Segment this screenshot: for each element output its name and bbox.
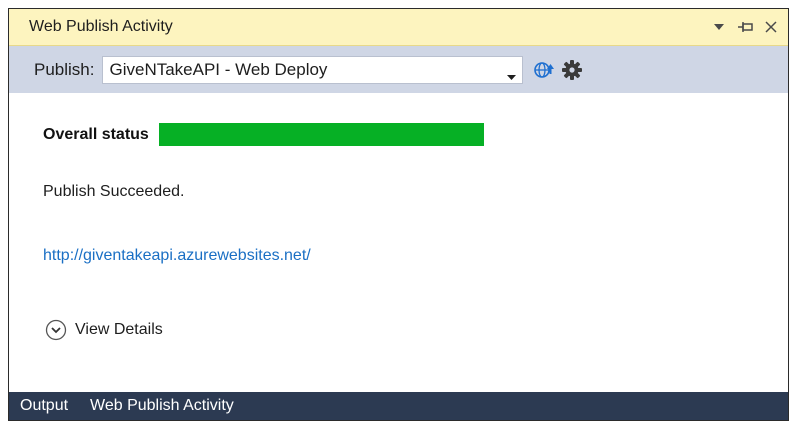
bottom-tab-bar: Output Web Publish Activity [9, 392, 788, 420]
tab-output[interactable]: Output [20, 397, 68, 415]
panel-title-bar: Web Publish Activity [9, 9, 788, 46]
overall-status-row: Overall status [43, 123, 484, 146]
tab-web-publish-activity[interactable]: Web Publish Activity [90, 397, 234, 415]
overall-status-progress-bar [158, 123, 484, 146]
pin-icon[interactable] [736, 18, 754, 36]
close-icon[interactable] [762, 18, 780, 36]
globe-upload-icon[interactable] [534, 60, 555, 80]
site-url-link[interactable]: http://giventakeapi.azurewebsites.net/ [43, 247, 311, 265]
publish-label: Publish: [34, 59, 95, 79]
overall-status-label: Overall status [43, 125, 149, 143]
view-details-toggle[interactable]: View Details [45, 319, 163, 341]
publish-content: Overall status Publish Succeeded. http:/… [9, 93, 788, 392]
publish-profile-value: GiveNTakeAPI - Web Deploy [109, 59, 328, 79]
publish-profile-dropdown[interactable]: GiveNTakeAPI - Web Deploy [102, 55, 524, 85]
web-publish-activity-panel: Web Publish Activity Publish: GiveNTakeA… [8, 8, 789, 421]
publish-result-message: Publish Succeeded. [43, 183, 185, 200]
progress-fill [158, 123, 484, 146]
title-controls [710, 18, 780, 36]
chevron-down-circle-icon [45, 319, 67, 341]
panel-title: Web Publish Activity [29, 18, 173, 35]
chevron-down-icon [507, 67, 517, 85]
publish-toolbar: Publish: GiveNTakeAPI - Web Deploy [9, 46, 788, 93]
dropdown-arrow-icon[interactable] [710, 18, 728, 36]
view-details-label: View Details [75, 321, 163, 338]
gear-icon[interactable] [562, 59, 583, 80]
